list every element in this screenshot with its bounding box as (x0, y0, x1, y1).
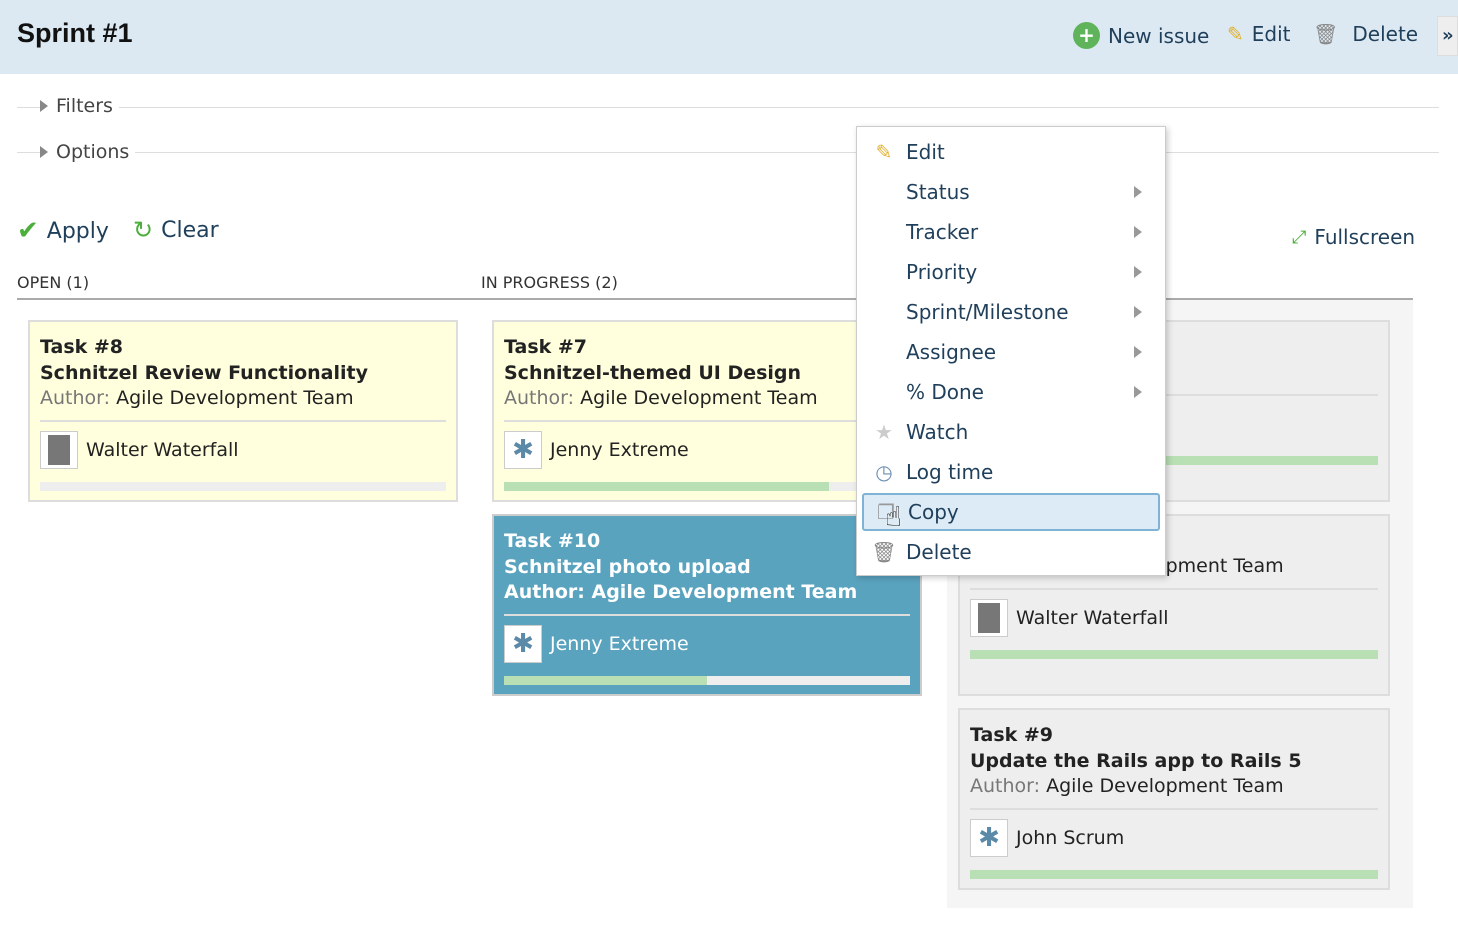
column-header-open: OPEN (1) (17, 273, 90, 292)
menu-item-delete[interactable]: 🗑 Delete (862, 533, 1160, 571)
issue-id[interactable]: Task #9 (970, 722, 1378, 748)
menu-item-assignee[interactable]: Assignee (862, 333, 1160, 371)
asterisk-avatar-icon: ✱ (512, 435, 534, 465)
menu-item-copy[interactable]: ❐ Copy (862, 493, 1160, 531)
issue-author: Author: Agile Development Team (504, 387, 818, 409)
menu-item-edit[interactable]: ✎ Edit (862, 133, 1160, 171)
issue-id[interactable]: Task #7 (504, 334, 910, 360)
triangle-right-icon (40, 100, 48, 112)
issue-author: Author: Agile Development Team (504, 581, 858, 603)
progress-fill (970, 870, 1378, 879)
pencil-icon: ✎ (875, 140, 893, 164)
menu-item-sprint-milestone[interactable]: Sprint/Milestone (862, 293, 1160, 331)
progress-fill (970, 650, 1378, 659)
issue-id[interactable]: Task #8 (40, 334, 446, 360)
issue-subject: Update the Rails app to Rails 5 (970, 750, 1302, 772)
reload-icon: ↻ (133, 216, 154, 244)
page-title: Sprint #1 (17, 18, 133, 48)
sidebar-toggle-button[interactable]: » (1437, 16, 1458, 56)
progress-fill (504, 676, 707, 685)
fullscreen-button[interactable]: ⤢ Fullscreen (1292, 225, 1415, 249)
hand-cursor-icon: ☝ (885, 500, 903, 533)
submenu-arrow-icon (1134, 226, 1142, 238)
issue-card[interactable]: Task #8 Schnitzel Review Functionality A… (28, 320, 458, 502)
issue-assignee: Walter Waterfall (970, 598, 1378, 638)
issue-subject: Schnitzel photo upload (504, 556, 751, 578)
menu-item-status[interactable]: Status (862, 173, 1160, 211)
trash-icon: 🗑 (871, 540, 897, 564)
divider (17, 152, 1439, 153)
divider (504, 420, 910, 422)
clear-button[interactable]: ↻ Clear (133, 216, 219, 244)
submenu-arrow-icon (1134, 266, 1142, 278)
issue-author: Author: Agile Development Team (40, 387, 354, 409)
issue-assignee: Walter Waterfall (40, 430, 446, 470)
new-issue-button[interactable]: + New issue (1073, 22, 1209, 49)
column-header-in-progress: IN PROGRESS (2) (481, 273, 618, 292)
star-icon: ★ (875, 420, 893, 444)
clock-icon: ◷ (875, 460, 893, 484)
user-photo-icon (978, 603, 1000, 633)
progress-bar (504, 676, 910, 685)
progress-bar (970, 650, 1378, 659)
issue-assignee: ✱ Jenny Extreme (504, 624, 910, 664)
divider (970, 588, 1378, 590)
fullscreen-icon: ⤢ (1292, 226, 1307, 248)
issue-card[interactable]: Task #9 Update the Rails app to Rails 5 … (958, 708, 1390, 890)
pencil-icon: ✎ (1227, 22, 1244, 46)
user-photo-icon (48, 435, 70, 465)
delete-button[interactable]: 🗑 Delete (1313, 22, 1418, 46)
issue-subject: Schnitzel-themed UI Design (504, 362, 802, 384)
avatar (40, 431, 78, 469)
menu-item-done[interactable]: % Done (862, 373, 1160, 411)
submenu-arrow-icon (1134, 306, 1142, 318)
avatar: ✱ (970, 819, 1008, 857)
divider (17, 107, 1439, 108)
issue-assignee: ✱ John Scrum (970, 818, 1378, 858)
submenu-arrow-icon (1134, 186, 1142, 198)
context-menu: ✎ Edit Status Tracker Priority Sprint/Milesto… (856, 126, 1166, 576)
filters-toggle[interactable]: Filters (40, 95, 119, 117)
trash-icon: 🗑 (1313, 22, 1339, 46)
edit-button[interactable]: ✎ Edit (1227, 22, 1291, 46)
issue-id[interactable]: Task #10 (504, 528, 910, 554)
issue-author: Author: Agile Development Team (970, 775, 1284, 797)
menu-item-watch[interactable]: ★ Watch (862, 413, 1160, 451)
issue-subject: Schnitzel Review Functionality (40, 362, 368, 384)
avatar: ✱ (504, 431, 542, 469)
avatar (970, 599, 1008, 637)
triangle-right-icon (40, 146, 48, 158)
asterisk-avatar-icon: ✱ (978, 823, 1000, 853)
menu-item-tracker[interactable]: Tracker (862, 213, 1160, 251)
add-icon: + (1073, 22, 1100, 49)
divider (40, 420, 446, 422)
issue-assignee: ✱ Jenny Extreme (504, 430, 910, 470)
progress-bar (504, 482, 910, 491)
divider (504, 614, 910, 616)
avatar: ✱ (504, 625, 542, 663)
submenu-arrow-icon (1134, 386, 1142, 398)
submenu-arrow-icon (1134, 346, 1142, 358)
progress-bar (970, 870, 1378, 879)
options-toggle[interactable]: Options (40, 141, 136, 163)
menu-item-priority[interactable]: Priority (862, 253, 1160, 291)
menu-item-log-time[interactable]: ◷ Log time (862, 453, 1160, 491)
divider (970, 808, 1378, 810)
apply-button[interactable]: ✔ Apply (17, 216, 109, 246)
checkmark-icon: ✔ (17, 216, 39, 246)
progress-fill (504, 482, 829, 491)
progress-bar (40, 482, 446, 491)
asterisk-avatar-icon: ✱ (512, 629, 534, 659)
